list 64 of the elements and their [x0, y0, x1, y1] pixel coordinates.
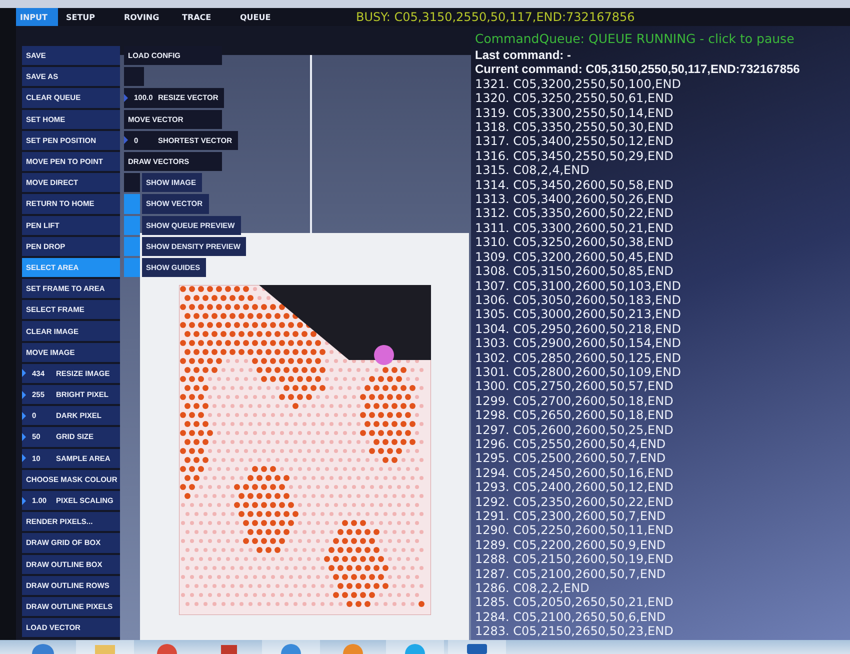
toggle-indicator[interactable]	[124, 258, 140, 278]
status-text: BUSY: C05,3150,2550,50,117,END:732167856	[356, 10, 635, 24]
last-command-text: Last command: -	[475, 48, 572, 62]
command-line: 1297. C05,2600,2600,50,25,END	[475, 422, 674, 437]
command-line: 1317. C05,3400,2550,50,12,END	[475, 134, 674, 149]
square-icon[interactable]	[220, 643, 238, 654]
command-line: 1295. C05,2500,2600,50,7,END	[475, 451, 667, 466]
command-line: 1288. C05,2150,2600,50,19,END	[475, 552, 674, 567]
command-line: 1286. C08,2,2,END	[475, 581, 590, 596]
triangle-icon	[22, 390, 26, 399]
command-line: 1314. C05,3450,2600,50,58,END	[475, 178, 674, 192]
triangle-icon	[22, 496, 26, 505]
command-line: 1312. C05,3350,2600,50,22,END	[475, 206, 674, 221]
start-orb-icon[interactable]	[31, 643, 55, 654]
triangle-icon	[22, 432, 26, 441]
triangle-icon	[124, 94, 128, 102]
triangle-icon	[22, 454, 26, 462]
command-line: 1284. C05,2100,2650,50,6,END	[475, 610, 667, 624]
command-line: 1289. C05,2200,2600,50,9,END	[475, 538, 667, 552]
toggle-indicator[interactable]	[124, 236, 140, 256]
command-line: 1307. C05,3100,2600,50,103,END	[475, 278, 682, 293]
current-command-text: Current command: C05,3150,2550,50,117,END:732167856	[475, 62, 801, 77]
triangle-icon	[124, 136, 128, 144]
command-line: 1294. C05,2450,2600,50,16,END	[475, 466, 674, 480]
command-line: 1321. C05,3200,2550,50,100,END	[475, 76, 682, 92]
queue-status-link[interactable]: CommandQueue: QUEUE RUNNING - click to pause	[475, 30, 850, 48]
command-line: 1300. C05,2750,2600,50,57,END	[475, 379, 674, 394]
command-line: 1308. C05,3150,2600,50,85,END	[475, 264, 674, 278]
command-line: 1283. C05,2150,2650,50,23,END	[475, 624, 674, 639]
triangle-icon	[22, 412, 26, 420]
command-line: 1305. C05,3000,2600,50,213,END	[475, 307, 682, 322]
tab[interactable]: TRACE	[178, 8, 236, 26]
command-line: 1309. C05,3200,2600,50,45,END	[475, 250, 674, 264]
toggle-indicator[interactable]	[124, 216, 140, 235]
command-line: 1315. C08,2,4,END	[475, 163, 590, 178]
command-line: 1292. C05,2350,2600,50,22,END	[475, 494, 674, 509]
command-line: 1310. C05,3250,2600,50,38,END	[475, 235, 674, 250]
command-line: 1304. C05,2950,2600,50,218,END	[475, 322, 682, 336]
command-line: 1316. C05,3450,2550,50,29,END	[475, 148, 674, 164]
command-line: 1301. C05,2800,2600,50,109,END	[475, 364, 682, 380]
command-line: 1287. C05,2100,2600,50,7,END	[475, 566, 667, 582]
command-line: 1296. C05,2550,2600,50,4,END	[475, 436, 667, 452]
command-line: 1298. C05,2650,2600,50,18,END	[475, 408, 674, 423]
command-line: 1302. C05,2850,2600,50,125,END	[475, 350, 682, 365]
toggle-indicator[interactable]	[124, 194, 140, 214]
command-line: 1303. C05,2900,2600,50,154,END	[475, 336, 682, 351]
tab[interactable]: ROVING	[120, 8, 178, 26]
toggle-indicator[interactable]	[124, 173, 140, 192]
command-line: 1319. C05,3300,2550,50,14,END	[475, 106, 674, 120]
command-line: 1311. C05,3300,2600,50,21,END	[475, 220, 674, 236]
tab[interactable]: SETUP	[62, 8, 120, 26]
command-line: 1285. C05,2050,2650,50,21,END	[475, 595, 674, 610]
command-line: 1290. C05,2250,2600,50,11,END	[475, 523, 674, 538]
panel-block	[124, 67, 144, 86]
command-line: 1320. C05,3250,2550,50,61,END	[475, 91, 674, 106]
command-line: 1313. C05,3400,2600,50,26,END	[475, 192, 674, 206]
triangle-icon	[22, 369, 26, 378]
command-line: 1293. C05,2400,2600,50,12,END	[475, 480, 674, 495]
command-line: 1318. C05,3350,2550,50,30,END	[475, 120, 674, 134]
tab[interactable]: QUEUE	[236, 8, 294, 26]
command-line: 1299. C05,2700,2600,50,18,END	[475, 394, 674, 408]
app-icon[interactable]	[466, 643, 488, 654]
command-line: 1291. C05,2300,2600,50,7,END	[475, 509, 667, 524]
command-line: 1306. C05,3050,2600,50,183,END	[475, 292, 682, 308]
